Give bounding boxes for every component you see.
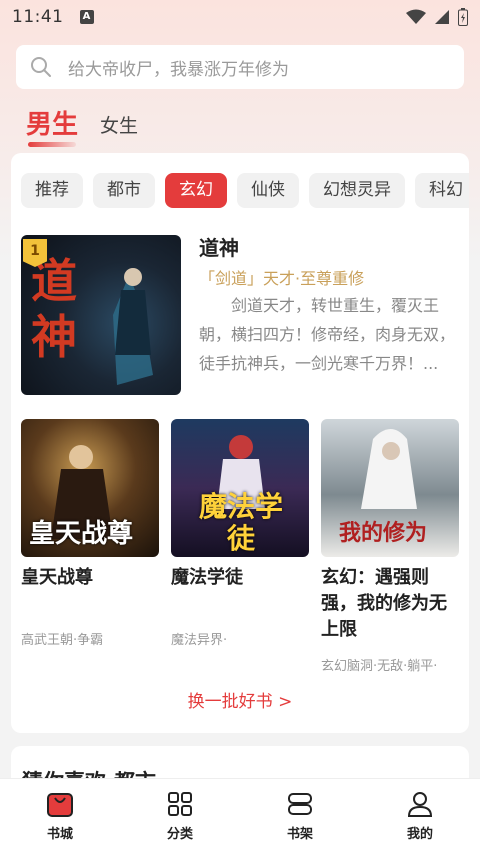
chip-fantasy[interactable]: 玄幻 (165, 173, 227, 208)
chip-scifi[interactable]: 科幻 (415, 173, 469, 208)
book-meta: 魔法异界· (171, 633, 228, 648)
chip-urban[interactable]: 都市 (93, 173, 155, 208)
search-icon (31, 57, 51, 77)
tab-active-indicator (28, 142, 76, 147)
bottom-nav: 书城 分类 书架 我的 (0, 778, 480, 853)
book-title[interactable]: 皇天战尊 (21, 565, 159, 617)
recommend-card: 推荐 都市 玄幻 仙侠 幻想灵异 科幻 道神 1 道神 「剑道」天才·至尊重修 … (11, 153, 469, 733)
nav-label: 我的 (406, 827, 433, 842)
notification-icon: A (79, 10, 94, 24)
tab-female[interactable]: 女生 (100, 111, 138, 141)
nav-label: 分类 (166, 827, 193, 842)
nav-profile[interactable]: 我的 (380, 790, 460, 842)
nav-label: 书城 (46, 827, 73, 842)
book-card[interactable]: 皇天战尊 皇天战尊 高武王朝·争霸 (21, 419, 159, 674)
book-meta: 玄幻脑洞·无敌·躺平· (321, 659, 438, 674)
book-card[interactable]: 魔法学徒 魔法学徒 魔法异界· (171, 419, 309, 674)
featured-book[interactable]: 道神 1 道神 「剑道」天才·至尊重修 剑道天才，转世重生，覆灭王朝，横扫四方！… (21, 235, 459, 405)
bookstore-icon (47, 793, 73, 817)
search-bar[interactable]: 给大帝收尸，我暴涨万年修为 (16, 45, 464, 89)
book-cover-title: 我的修为 (339, 520, 428, 546)
profile-icon (407, 792, 433, 817)
featured-book-description: 剑道天才，转世重生，覆灭王朝，横扫四方！修帝经，肉身无双，徒手抗神兵，一剑光寒千… (199, 296, 456, 373)
tab-male[interactable]: 男生 (26, 104, 79, 147)
status-time: 11:41 (12, 7, 64, 27)
chip-recommend[interactable]: 推荐 (21, 173, 83, 208)
chip-supernatural[interactable]: 幻想灵异 (309, 173, 405, 208)
gender-tabs: 男生 女生 (26, 104, 138, 147)
book-cover[interactable]: 我的修为 (321, 419, 459, 557)
featured-book-cover[interactable]: 道神 1 (21, 235, 181, 395)
featured-book-title[interactable]: 道神 (199, 232, 239, 261)
nav-category[interactable]: 分类 (140, 790, 220, 842)
category-chips: 推荐 都市 玄幻 仙侠 幻想灵异 科幻 (21, 173, 469, 208)
signal-icon (435, 10, 449, 24)
search-placeholder: 给大帝收尸，我暴涨万年修为 (68, 59, 289, 80)
featured-book-tag: 「剑道」天才·至尊重修 (199, 269, 365, 288)
battery-icon (458, 8, 468, 26)
refresh-batch-link[interactable]: 换一批好书 > (11, 687, 469, 712)
book-title[interactable]: 玄幻：遇强则强，我的修为无上限 (321, 565, 459, 643)
chip-xianxia[interactable]: 仙侠 (237, 173, 299, 208)
book-cover[interactable]: 魔法学徒 (171, 419, 309, 557)
book-card[interactable]: 我的修为 玄幻：遇强则强，我的修为无上限 玄幻脑洞·无敌·躺平· (321, 419, 459, 674)
bookshelf-icon (288, 793, 312, 815)
nav-bookshelf[interactable]: 书架 (260, 790, 340, 842)
book-cover[interactable]: 皇天战尊 (21, 419, 159, 557)
wifi-icon (406, 9, 426, 24)
book-cover-title: 皇天战尊 (29, 519, 134, 549)
book-title[interactable]: 魔法学徒 (171, 565, 309, 617)
tab-male-label: 男生 (26, 110, 79, 140)
category-grid-icon (168, 792, 192, 816)
nav-label: 书架 (286, 827, 313, 842)
book-grid: 皇天战尊 皇天战尊 高武王朝·争霸 魔法学徒 魔法学徒 魔法异界· 我的修为 玄… (21, 419, 459, 674)
status-bar: 11:41 A (0, 0, 480, 34)
status-icons (406, 8, 468, 26)
rank-badge: 1 (23, 239, 47, 267)
featured-cover-title: 道神 (31, 254, 77, 364)
nav-bookstore[interactable]: 书城 (20, 790, 100, 842)
book-meta: 高武王朝·争霸 (21, 633, 104, 648)
book-cover-title: 魔法学徒 (198, 490, 283, 555)
